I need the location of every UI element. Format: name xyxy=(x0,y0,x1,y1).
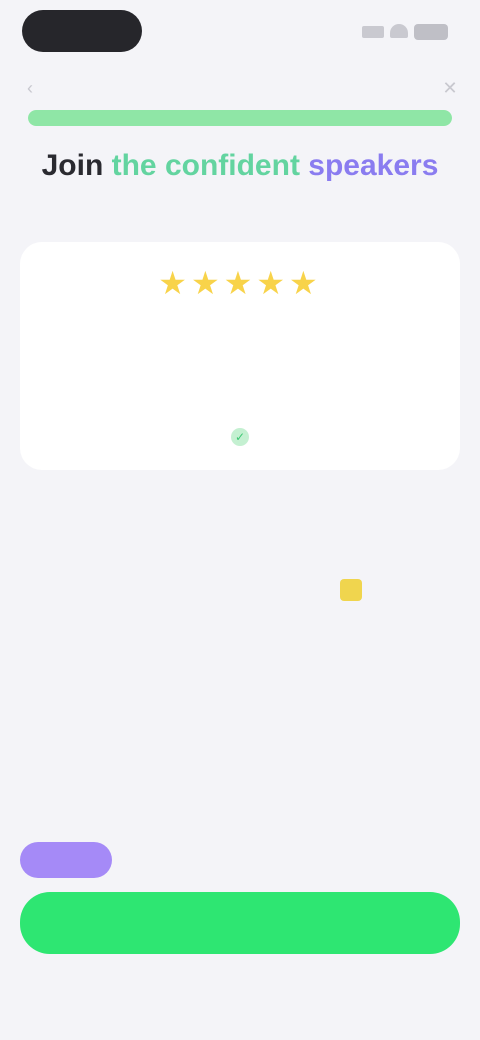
comparison-row xyxy=(30,646,450,686)
comparison-header-free xyxy=(70,574,230,604)
paywall-screen: ‹ ✕ Join the confident speakers ★★★★★ ✓ xyxy=(0,0,480,1040)
wifi-icon xyxy=(390,24,408,38)
close-icon[interactable]: ✕ xyxy=(440,78,460,98)
battery-icon xyxy=(414,24,448,40)
dynamic-island xyxy=(22,10,142,52)
status-icons xyxy=(362,22,450,40)
comparison-header-premium xyxy=(270,574,440,604)
headline-part-1: Join xyxy=(41,149,104,182)
crown-icon xyxy=(340,579,362,602)
comparison-cell-free xyxy=(60,770,200,810)
page-title: Join the confident speakers xyxy=(20,146,460,186)
comparison-cell-free xyxy=(60,646,200,686)
comparison-cell-free xyxy=(60,718,200,758)
headline-part-3: speakers xyxy=(308,149,439,182)
check-icon: ✓ xyxy=(231,428,249,446)
status-bar xyxy=(0,0,480,70)
review-card: ★★★★★ ✓ xyxy=(20,242,460,470)
promo-row xyxy=(20,836,460,884)
progress-bar xyxy=(28,110,452,126)
comparison-cell-premium xyxy=(280,718,430,758)
comparison-cell-premium xyxy=(280,646,430,686)
continue-button[interactable] xyxy=(20,892,460,954)
comparison-cell-premium xyxy=(280,770,430,810)
comparison-row xyxy=(30,718,450,758)
comparison-row xyxy=(30,770,450,810)
signal-icon xyxy=(362,26,384,38)
progress-fill xyxy=(28,110,452,126)
promo-badge xyxy=(20,842,112,878)
star-rating: ★★★★★ xyxy=(158,265,322,301)
chevron-left-icon[interactable]: ‹ xyxy=(20,78,40,98)
headline-part-2: the confident xyxy=(111,149,300,182)
